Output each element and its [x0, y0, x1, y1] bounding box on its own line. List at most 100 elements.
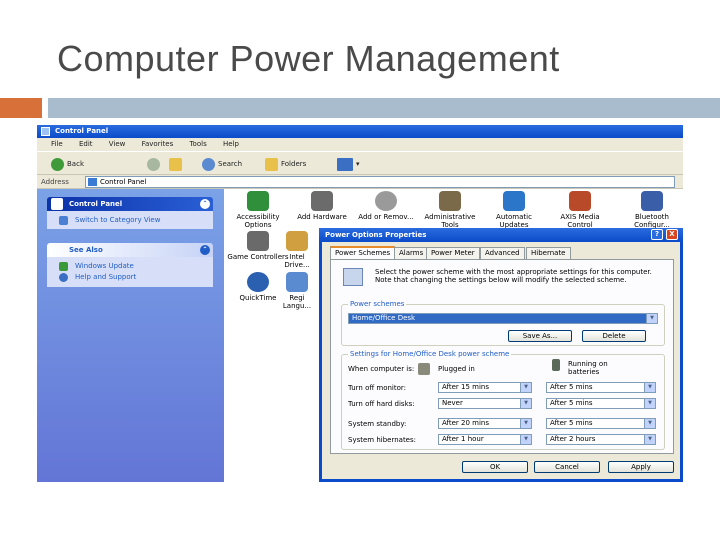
folders-icon [265, 157, 278, 171]
collapse-icon[interactable]: ⌃ [200, 245, 210, 255]
windows-update-label: Windows Update [75, 262, 134, 270]
help-support-label: Help and Support [75, 273, 137, 281]
back-button[interactable]: Back [51, 156, 84, 172]
item-regional-language[interactable]: Regi Langu... [277, 272, 317, 310]
switch-link-label: Switch to Category View [75, 216, 161, 224]
select-value: After 20 mins [442, 419, 490, 427]
joystick-icon [247, 231, 269, 251]
select-value: After 15 mins [442, 383, 490, 391]
item-label: Regi Langu... [282, 294, 312, 310]
item-label: Accessibility Options [236, 213, 280, 229]
monitor-plugged-select[interactable]: After 15 mins ▼ [438, 382, 532, 393]
item-add-hardware[interactable]: Add Hardware [291, 191, 353, 221]
bluetooth-icon [641, 191, 663, 211]
item-label: AXIS Media Control [560, 213, 600, 229]
address-value: Control Panel [100, 178, 147, 186]
up-folder-icon [169, 157, 182, 171]
forward-arrow-icon [147, 157, 160, 171]
menu-favorites[interactable]: Favorites [142, 140, 174, 148]
chevron-down-icon: ▼ [644, 419, 655, 428]
standby-label: System standby: [348, 420, 407, 428]
save-as-button[interactable]: Save As... [508, 330, 572, 342]
tab-advanced[interactable]: Advanced [480, 247, 525, 259]
item-automatic-updates[interactable]: Automatic Updates [483, 191, 545, 229]
window-title: Control Panel [55, 127, 109, 135]
tab-power-meter[interactable]: Power Meter [426, 247, 480, 259]
hibernates-label: System hibernates: [348, 436, 416, 444]
chevron-down-icon: ▼ [644, 383, 655, 392]
when-computer-is-label: When computer is: [348, 365, 415, 373]
chevron-down-icon: ▼ [520, 383, 531, 392]
chevron-down-icon: ▼ [520, 435, 531, 444]
windows-update-link[interactable]: Windows Update [59, 261, 213, 272]
apply-button[interactable]: Apply [608, 461, 674, 473]
menu-file[interactable]: File [51, 140, 63, 148]
accent-bar-orange [0, 98, 42, 118]
power-scheme-icon [343, 268, 363, 286]
tab-power-schemes[interactable]: Power Schemes [330, 246, 396, 260]
see-also-pane-header[interactable]: See Also ⌃ [47, 243, 213, 257]
select-value: After 5 mins [550, 383, 593, 391]
item-intel-driver[interactable]: Intel Drive... [277, 231, 317, 269]
help-support-link[interactable]: Help and Support [59, 272, 213, 283]
pane-title: Control Panel [69, 200, 123, 208]
tab-alarms[interactable]: Alarms [394, 247, 429, 259]
search-button[interactable]: Search [202, 156, 242, 172]
control-panel-pane: Switch to Category View [47, 211, 213, 229]
hard-disks-plugged-select[interactable]: Never ▼ [438, 398, 532, 409]
dialog-titlebar[interactable]: Power Options Properties ? X [319, 228, 683, 242]
item-administrative-tools[interactable]: Administrative Tools [419, 191, 481, 229]
item-label: Add Hardware [297, 213, 347, 221]
category-view-icon [59, 216, 68, 225]
power-schemes-page: Select the power scheme with the most ap… [330, 259, 674, 454]
monitor-battery-select[interactable]: After 5 mins ▼ [546, 382, 656, 393]
hard-disks-label: Turn off hard disks: [348, 400, 415, 408]
back-label: Back [67, 160, 84, 168]
power-schemes-label: Power schemes [348, 300, 407, 308]
menu-edit[interactable]: Edit [79, 140, 93, 148]
hardware-icon [311, 191, 333, 211]
control-panel-titlebar[interactable]: Control Panel [37, 125, 683, 138]
menu-tools[interactable]: Tools [189, 140, 206, 148]
collapse-icon[interactable]: ⌃ [200, 199, 210, 209]
search-icon [202, 157, 215, 171]
select-value: After 2 hours [550, 435, 596, 443]
search-label: Search [218, 160, 243, 168]
forward-button[interactable] [147, 156, 163, 172]
item-accessibility-options[interactable]: Accessibility Options [227, 191, 289, 229]
monitor-label: Turn off monitor: [348, 384, 407, 392]
select-value: Never [442, 399, 463, 407]
help-button[interactable]: ? [651, 229, 663, 240]
sidebar: Control Panel ⌃ Switch to Category View … [37, 189, 224, 482]
item-bluetooth-configuration[interactable]: Bluetooth Configur... [621, 191, 683, 229]
control-panel-icon [51, 198, 63, 210]
standby-battery-select[interactable]: After 5 mins ▼ [546, 418, 656, 429]
hibernates-battery-select[interactable]: After 2 hours ▼ [546, 434, 656, 445]
cancel-button[interactable]: Cancel [534, 461, 600, 473]
address-input[interactable]: Control Panel [85, 176, 675, 188]
select-value: After 5 mins [550, 419, 593, 427]
ok-button[interactable]: OK [462, 461, 528, 473]
see-also-pane: Windows Update Help and Support [47, 257, 213, 287]
standby-plugged-select[interactable]: After 20 mins ▼ [438, 418, 532, 429]
switch-category-view-link[interactable]: Switch to Category View [59, 215, 213, 226]
up-folder-button[interactable] [169, 156, 185, 172]
views-button[interactable]: ▾ [337, 156, 360, 172]
hard-disks-battery-select[interactable]: After 5 mins ▼ [546, 398, 656, 409]
menu-help[interactable]: Help [223, 140, 239, 148]
menu-view[interactable]: View [109, 140, 126, 148]
power-schemes-group: Power schemes Home/Office Desk ▼ Save As… [341, 300, 665, 346]
control-panel-icon [88, 178, 97, 186]
control-panel-pane-header[interactable]: Control Panel ⌃ [47, 197, 213, 211]
intel-icon [286, 231, 308, 251]
item-axis-media-control[interactable]: AXIS Media Control [549, 191, 611, 229]
item-add-remove-programs[interactable]: Add or Remov... [355, 191, 417, 221]
close-button[interactable]: X [666, 229, 678, 240]
settings-group-label: Settings for Home/Office Desk power sche… [348, 350, 512, 358]
tab-hibernate[interactable]: Hibernate [526, 247, 571, 259]
hibernates-plugged-select[interactable]: After 1 hour ▼ [438, 434, 532, 445]
delete-button[interactable]: Delete [582, 330, 646, 342]
item-label: Automatic Updates [496, 213, 532, 229]
power-scheme-select[interactable]: Home/Office Desk ▼ [348, 313, 658, 324]
folders-button[interactable]: Folders [265, 156, 306, 172]
